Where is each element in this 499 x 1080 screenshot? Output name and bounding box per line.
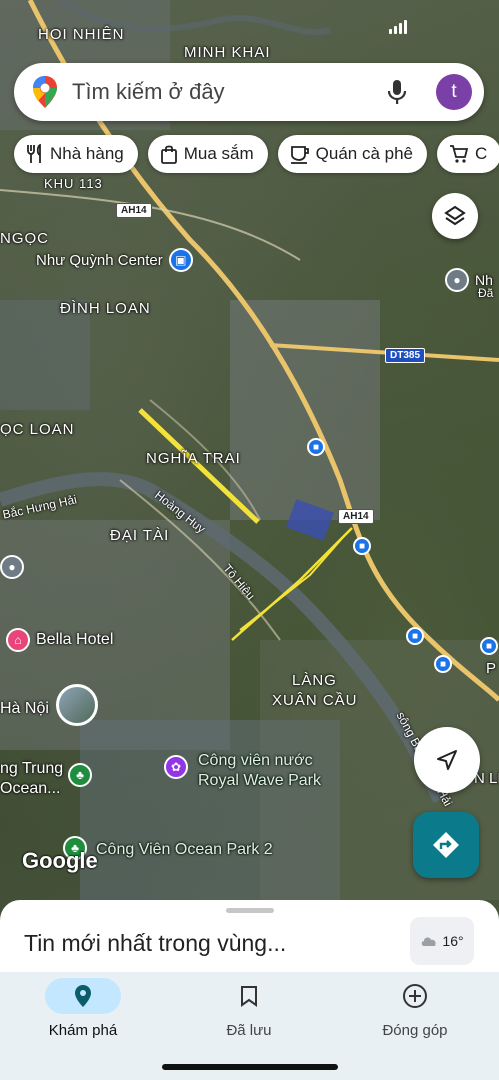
directions-icon bbox=[433, 832, 459, 858]
directions-button[interactable] bbox=[413, 812, 479, 878]
navigation-arrow-icon bbox=[437, 750, 457, 770]
status-bar bbox=[0, 0, 499, 48]
google-logo: Google bbox=[22, 848, 98, 873]
place-icon[interactable]: ● bbox=[0, 555, 24, 579]
tab-saved[interactable]: Đã lưu bbox=[166, 972, 332, 1039]
bookmark-icon bbox=[241, 986, 257, 1007]
bus-stop-icon[interactable]: ■ bbox=[480, 637, 498, 655]
bus-stop-icon[interactable]: ■ bbox=[307, 438, 325, 456]
road-badge-ah14-2: AH14 bbox=[338, 509, 374, 524]
map-label-ngoc-loan: ỌC LOAN bbox=[0, 421, 75, 438]
tab-saved-pill bbox=[211, 978, 287, 1014]
latest-news-title[interactable]: Tin mới nhất trong vùng... bbox=[24, 930, 286, 957]
map-label-ngoc: NGỌC bbox=[0, 230, 49, 247]
tab-contribute-pill bbox=[377, 978, 453, 1014]
layers-icon bbox=[444, 205, 466, 226]
chip-label: Nhà hàng bbox=[50, 144, 124, 163]
poi-label: Bella Hotel bbox=[36, 631, 114, 648]
chip-label: C bbox=[475, 144, 488, 163]
map-label-dai-tai: ĐẠI TÀI bbox=[110, 527, 170, 544]
weather-badge[interactable]: 16° bbox=[410, 917, 474, 965]
tab-contribute[interactable]: Đóng góp bbox=[332, 972, 498, 1039]
tab-explore[interactable]: Khám phá bbox=[0, 972, 166, 1039]
bus-stop-icon[interactable]: ■ bbox=[406, 627, 424, 645]
poi-label-ocean-park-2: Công Viên Ocean Park 2 bbox=[96, 841, 273, 858]
tab-label: Đóng góp bbox=[382, 1022, 448, 1039]
layers-button[interactable] bbox=[432, 193, 478, 239]
add-circle-icon bbox=[403, 984, 427, 1008]
park-icon[interactable]: ♣ bbox=[68, 763, 92, 787]
chip-coffee[interactable]: Quán cà phê bbox=[277, 135, 428, 173]
hotel-icon: ⌂ bbox=[6, 628, 30, 652]
account-avatar[interactable]: t bbox=[436, 74, 472, 110]
search-bar[interactable]: Tìm kiếm ở đây t bbox=[14, 63, 484, 121]
bus-stop-icon[interactable]: ■ bbox=[353, 537, 371, 555]
drag-handle[interactable] bbox=[226, 908, 274, 913]
poi-sub-label: Đã bbox=[478, 286, 494, 300]
poi-label-ha-noi: Hà Nội bbox=[0, 700, 49, 717]
poi-label: Như Quỳnh Center bbox=[36, 251, 163, 269]
poi-label-ng-trung: ng Trung bbox=[0, 760, 64, 777]
photo-thumbnail[interactable] bbox=[56, 684, 98, 726]
category-chips: Nhà hàng Mua sắm Quán cà phê C bbox=[14, 135, 499, 173]
poi-label-p: P bbox=[486, 660, 497, 677]
poi-label-royal-wave-park: Royal Wave Park bbox=[198, 772, 321, 789]
tab-label: Khám phá bbox=[48, 1022, 118, 1039]
maps-pin-logo-icon bbox=[33, 76, 57, 108]
shopping-icon: ▣ bbox=[168, 248, 193, 272]
chip-shopping[interactable]: Mua sắm bbox=[147, 135, 268, 173]
search-input[interactable]: Tìm kiếm ở đây bbox=[72, 79, 386, 105]
map-label-lang: LÀNG bbox=[292, 672, 337, 689]
poi-label-ocean: Ocean... bbox=[0, 780, 61, 797]
cloud-icon bbox=[422, 937, 437, 946]
bus-stop-icon[interactable]: ■ bbox=[434, 655, 452, 673]
attraction-icon[interactable]: ✿ bbox=[164, 755, 188, 779]
map-label-xuan-cau: XUÂN CẦU bbox=[272, 692, 358, 709]
my-location-button[interactable] bbox=[414, 727, 480, 793]
road-badge-dt385: DT385 bbox=[385, 348, 426, 363]
poi-nhu-quynh-center[interactable]: Như Quỳnh Center ▣ bbox=[36, 248, 193, 272]
map-label-khu-113: KHU 113 bbox=[44, 176, 103, 191]
explore-pin-icon bbox=[75, 985, 91, 1007]
poi-bella-hotel[interactable]: ⌂ Bella Hotel bbox=[6, 628, 113, 652]
chip-label: Mua sắm bbox=[183, 144, 254, 163]
chip-restaurants[interactable]: Nhà hàng bbox=[14, 135, 138, 173]
chip-label: Quán cà phê bbox=[315, 144, 414, 163]
chip-groceries[interactable]: C bbox=[437, 135, 499, 173]
place-icon: ● bbox=[445, 268, 469, 292]
shopping-bag-icon bbox=[160, 145, 177, 164]
tab-label: Đã lưu bbox=[226, 1022, 272, 1039]
tab-explore-pill bbox=[45, 978, 121, 1014]
signal-icon bbox=[389, 20, 407, 34]
map-label-nghia-trai: NGHĨA TRAI bbox=[146, 450, 241, 467]
poi-label-n-li: N LI bbox=[474, 770, 499, 787]
road-badge-ah14: AH14 bbox=[116, 203, 152, 218]
temperature-value: 16° bbox=[442, 933, 464, 949]
map-label-dinh-loan: ĐÌNH LOAN bbox=[60, 300, 151, 317]
home-indicator bbox=[162, 1064, 338, 1070]
coffee-icon bbox=[290, 146, 309, 164]
poi-label-cong-vien-nuoc: Công viên nước bbox=[198, 752, 313, 769]
cart-icon bbox=[450, 145, 469, 163]
restaurant-icon bbox=[27, 144, 41, 163]
microphone-icon[interactable] bbox=[386, 78, 408, 106]
